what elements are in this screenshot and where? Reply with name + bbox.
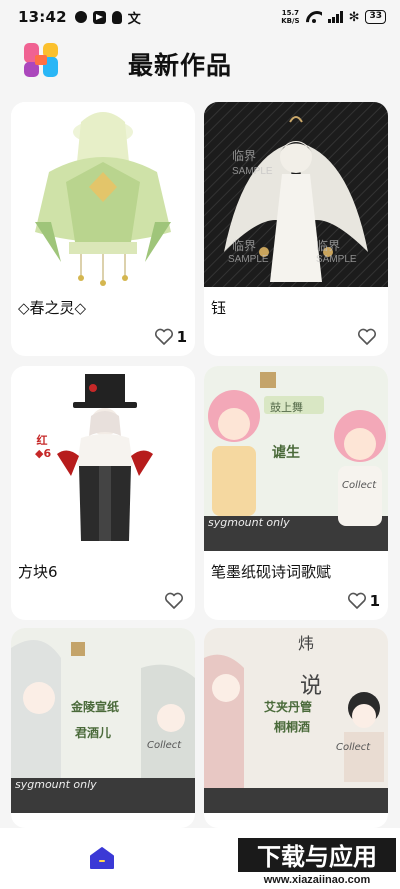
artwork-top-text: 炜 <box>298 634 315 653</box>
qq-icon <box>111 10 122 24</box>
home-icon[interactable] <box>89 846 115 870</box>
artwork-card[interactable]: 鼓上舞 谑生 Collect sygmount only 笔墨纸砚诗词歌赋 1 <box>204 366 388 620</box>
artwork-card[interactable]: 炜 说 艾夹丹管 桐桐酒 Collect <box>204 628 388 828</box>
notification-dot-icon <box>74 11 87 23</box>
artwork-thumbnail[interactable]: 红◆6 <box>11 366 195 551</box>
artwork-title: ◇春之灵◇ <box>18 299 87 317</box>
heart-icon <box>154 328 173 345</box>
status-bar: 13:42 文 15.7 KB/S ✻ 33 <box>0 0 400 34</box>
artwork-footer-text: sygmount only <box>208 516 290 529</box>
sample-watermark: 临界 <box>232 239 256 253</box>
artwork-name-text: 艾夹丹管 <box>264 700 313 714</box>
artwork-card[interactable]: 临界 SAMPLE 临界 SAMPLE 临界 SAMPLE 钰 <box>204 102 388 356</box>
wifi-icon <box>306 11 322 23</box>
artwork-cursive-text: Collect <box>342 480 377 491</box>
sample-watermark: 临界 <box>316 239 340 253</box>
artwork-card[interactable]: ◇春之灵◇ 1 <box>11 102 195 356</box>
like-button[interactable]: 1 <box>154 328 187 346</box>
artwork-thumbnail[interactable]: 炜 说 艾夹丹管 桐桐酒 Collect <box>204 628 388 813</box>
watermark-url: www.xiazaiinao.com <box>263 874 371 886</box>
artwork-thumbnail[interactable] <box>11 102 195 287</box>
status-time: 13:42 <box>18 8 67 26</box>
wen-icon: 文 <box>127 11 141 27</box>
network-speed: 15.7 KB/S <box>281 9 299 25</box>
bluetooth-icon: ✻ <box>348 9 360 25</box>
network-speed-value: 15.7 <box>281 9 300 17</box>
artwork-thumbnail[interactable]: 临界 SAMPLE 临界 SAMPLE 临界 SAMPLE <box>204 102 388 287</box>
artwork-name-text: 谑生 <box>272 445 300 461</box>
status-right: 15.7 KB/S ✻ 33 <box>281 9 386 25</box>
battery-indicator: 33 <box>365 10 386 24</box>
watermark-cn: 下载与应用 <box>257 843 377 871</box>
artwork-sub-text: 桐桐酒 <box>274 720 311 734</box>
site-watermark: 下载与应用 www.xiazaiinao.com <box>238 836 398 886</box>
sample-watermark: 临界 <box>232 149 256 163</box>
like-count: 1 <box>176 328 187 346</box>
artwork-shuo-text: 说 <box>300 674 323 699</box>
artwork-title: 钰 <box>211 299 227 317</box>
signal-icon <box>327 11 343 23</box>
notification-icons: 文 <box>74 8 141 27</box>
sample-watermark: SAMPLE <box>316 254 357 265</box>
heart-icon <box>347 592 366 609</box>
like-button[interactable]: 1 <box>347 592 380 610</box>
artwork-cursive-text: Collect <box>336 742 371 753</box>
app-logo-icon[interactable] <box>22 41 60 79</box>
artwork-seal-text: 鼓上舞 <box>270 401 303 414</box>
telegram-icon <box>92 10 106 24</box>
heart-icon <box>357 328 377 345</box>
artwork-card[interactable]: 红◆6 方块6 <box>11 366 195 620</box>
card-suit-label: 红◆6 <box>35 434 52 460</box>
page-title: 最新作品 <box>128 51 233 80</box>
artwork-thumbnail[interactable]: 金陵宣纸 君酒儿 Collect sygmount only <box>11 628 195 813</box>
network-speed-unit: KB/S <box>281 17 300 25</box>
sample-watermark: SAMPLE <box>232 166 273 177</box>
like-count: 1 <box>369 592 380 610</box>
artwork-thumbnail[interactable]: 鼓上舞 谑生 Collect sygmount only <box>204 366 388 551</box>
artwork-title: 笔墨纸砚诗词歌赋 <box>211 563 332 581</box>
artwork-footer-text: sygmount only <box>15 778 97 791</box>
like-button[interactable] <box>164 592 187 610</box>
heart-icon <box>164 592 184 609</box>
sample-watermark: SAMPLE <box>228 254 269 265</box>
artwork-cursive-text: Collect <box>147 740 182 751</box>
artwork-card[interactable]: 金陵宣纸 君酒儿 Collect sygmount only <box>11 628 195 828</box>
like-button[interactable] <box>357 328 380 346</box>
artwork-seal-text: 金陵宣纸 <box>71 700 120 714</box>
artwork-name-text: 君酒儿 <box>75 726 112 740</box>
artwork-title: 方块6 <box>18 563 58 581</box>
